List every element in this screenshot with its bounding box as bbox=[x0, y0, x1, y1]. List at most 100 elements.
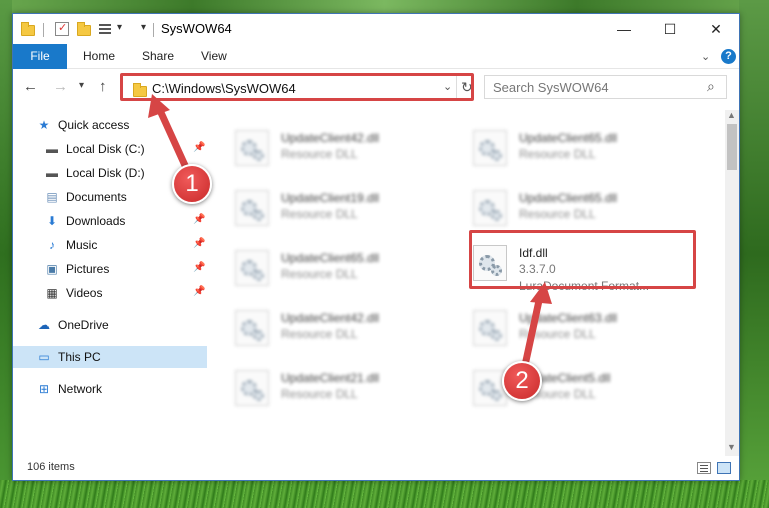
nav-item-label: Documents bbox=[66, 190, 127, 204]
nav-item-label: Videos bbox=[66, 286, 103, 300]
nav-item-documents[interactable]: ▤ Documents bbox=[13, 186, 207, 208]
nav-item-label: Quick access bbox=[58, 118, 130, 132]
nav-item-onedrive[interactable]: ☁ OneDrive bbox=[13, 314, 207, 336]
status-bar: 106 items bbox=[13, 456, 739, 480]
file-description: LuraDocument Format... bbox=[519, 279, 650, 293]
pin-icon[interactable]: 📌 bbox=[193, 238, 205, 249]
nav-item-label: Network bbox=[58, 382, 103, 396]
file-list: UpdateClient42.dll Resource DLL UpdateCl… bbox=[210, 110, 725, 455]
tab-view[interactable]: View bbox=[201, 44, 227, 69]
item-count: 106 items bbox=[27, 461, 75, 473]
nav-item-label: Pictures bbox=[66, 262, 110, 276]
help-icon[interactable]: ? bbox=[721, 49, 736, 64]
drive-icon: ▬ bbox=[46, 166, 58, 180]
ribbon-tabs: File Home Share View ⌄ ? bbox=[13, 44, 739, 69]
file-description: Resource DLL bbox=[519, 327, 596, 341]
file-item[interactable]: UpdateClient5.dll Resource DLL bbox=[473, 368, 693, 408]
file-item[interactable]: UpdateClient21.dll Resource DLL bbox=[235, 368, 455, 408]
search-input[interactable]: Search SysWOW64 ⌕ bbox=[484, 75, 727, 99]
videos-icon: ▦ bbox=[46, 286, 58, 300]
pictures-icon: ▣ bbox=[46, 262, 58, 276]
nav-item-network[interactable]: ⊞ Network bbox=[13, 378, 207, 400]
nav-item-label: Local Disk (C:) bbox=[66, 142, 145, 156]
close-button[interactable]: ✕ bbox=[693, 14, 739, 44]
pin-icon[interactable]: 📌 bbox=[193, 142, 205, 153]
title-bar: ▾ ▾ SysWOW64 — ☐ ✕ bbox=[13, 14, 739, 44]
file-item-idf-dll[interactable]: Idf.dll 3.3.7.0 LuraDocument Format... bbox=[473, 243, 693, 293]
drive-icon: ▬ bbox=[46, 142, 58, 156]
scroll-down-icon[interactable]: ▼ bbox=[727, 442, 736, 452]
maximize-button[interactable]: ☐ bbox=[647, 14, 693, 44]
up-arrow-icon[interactable]: ↑ bbox=[99, 78, 107, 95]
dll-file-icon bbox=[473, 190, 507, 226]
large-icons-view-icon[interactable] bbox=[717, 462, 731, 474]
nav-item-label: Downloads bbox=[66, 214, 126, 228]
search-icon[interactable]: ⌕ bbox=[707, 78, 715, 95]
file-item[interactable]: UpdateClient65.dll Resource DLL bbox=[473, 188, 693, 228]
recent-locations-icon[interactable]: ▾ bbox=[79, 80, 84, 91]
chevron-down-icon[interactable]: ▾ bbox=[117, 22, 122, 33]
nav-item-this-pc[interactable]: ▭ This PC bbox=[13, 346, 207, 368]
cloud-icon: ☁ bbox=[38, 318, 50, 332]
nav-item-videos[interactable]: ▦ Videos 📌 bbox=[13, 282, 207, 304]
new-folder-icon[interactable] bbox=[77, 22, 91, 36]
address-highlight bbox=[120, 73, 474, 101]
pin-icon[interactable]: 📌 bbox=[193, 214, 205, 225]
dll-file-icon bbox=[235, 130, 269, 166]
dll-file-icon bbox=[235, 370, 269, 406]
file-name: UpdateClient42.dll bbox=[281, 311, 380, 325]
file-name: UpdateClient5.dll bbox=[519, 371, 611, 385]
minimize-button[interactable]: — bbox=[601, 14, 647, 44]
customize-toolbar-icon[interactable] bbox=[99, 22, 113, 36]
file-item[interactable]: UpdateClient19.dll Resource DLL bbox=[235, 188, 455, 228]
file-version: 3.3.7.0 bbox=[519, 262, 556, 276]
file-description: Resource DLL bbox=[281, 267, 358, 281]
vertical-scrollbar[interactable]: ▲ ▼ bbox=[725, 110, 739, 456]
file-item[interactable]: UpdateClient65.dll Resource DLL bbox=[473, 128, 693, 168]
divider bbox=[153, 23, 154, 37]
file-name: UpdateClient42.dll bbox=[281, 131, 380, 145]
search-placeholder: Search SysWOW64 bbox=[493, 80, 609, 95]
back-arrow-icon[interactable]: ← bbox=[23, 78, 38, 95]
file-item[interactable]: UpdateClient63.dll Resource DLL bbox=[473, 308, 693, 348]
file-name: UpdateClient19.dll bbox=[281, 191, 380, 205]
nav-item-pictures[interactable]: ▣ Pictures 📌 bbox=[13, 258, 207, 280]
nav-item-label: This PC bbox=[58, 350, 101, 364]
tab-home[interactable]: Home bbox=[83, 44, 115, 69]
dll-file-icon bbox=[473, 245, 507, 281]
properties-icon[interactable] bbox=[55, 21, 69, 36]
dll-file-icon bbox=[473, 310, 507, 346]
file-description: Resource DLL bbox=[519, 387, 596, 401]
scroll-up-icon[interactable]: ▲ bbox=[727, 110, 736, 120]
pin-icon[interactable]: 📌 bbox=[193, 262, 205, 273]
scrollbar-thumb[interactable] bbox=[727, 124, 737, 170]
explorer-window: ▾ ▾ SysWOW64 — ☐ ✕ File Home Share View … bbox=[12, 13, 740, 481]
tab-file[interactable]: File bbox=[13, 44, 67, 69]
file-item[interactable]: UpdateClient42.dll Resource DLL bbox=[235, 128, 455, 168]
nav-item-downloads[interactable]: ⬇ Downloads 📌 bbox=[13, 210, 207, 232]
nav-item-local-disk-d[interactable]: ▬ Local Disk (D:) bbox=[13, 162, 207, 184]
music-icon: ♪ bbox=[49, 238, 55, 252]
file-name: UpdateClient63.dll bbox=[519, 311, 618, 325]
divider bbox=[43, 23, 44, 37]
file-description: Resource DLL bbox=[519, 147, 596, 161]
address-row: ← → ▾ ↑ C:\Windows\SysWOW64 ⌄ ↻ Search S… bbox=[13, 72, 739, 102]
file-item[interactable]: UpdateClient65.dll Resource DLL bbox=[235, 248, 455, 288]
tab-share[interactable]: Share bbox=[142, 44, 174, 69]
details-view-icon[interactable] bbox=[697, 462, 711, 474]
nav-item-local-disk-c[interactable]: ▬ Local Disk (C:) 📌 bbox=[13, 138, 207, 160]
pin-icon[interactable]: 📌 bbox=[193, 286, 205, 297]
expand-ribbon-icon[interactable]: ⌄ bbox=[701, 50, 710, 63]
dll-file-icon bbox=[235, 250, 269, 286]
nav-item-music[interactable]: ♪ Music 📌 bbox=[13, 234, 207, 256]
background-grass-bottom bbox=[0, 480, 769, 508]
file-name: UpdateClient21.dll bbox=[281, 371, 380, 385]
nav-item-quick-access[interactable]: ★ Quick access bbox=[13, 114, 207, 136]
quick-access-dropdown-icon[interactable]: ▾ bbox=[141, 22, 146, 33]
file-description: Resource DLL bbox=[281, 207, 358, 221]
file-description: Resource DLL bbox=[281, 327, 358, 341]
forward-arrow-icon[interactable]: → bbox=[53, 78, 68, 95]
file-name: UpdateClient65.dll bbox=[519, 191, 618, 205]
star-icon: ★ bbox=[38, 118, 50, 132]
file-item[interactable]: UpdateClient42.dll Resource DLL bbox=[235, 308, 455, 348]
